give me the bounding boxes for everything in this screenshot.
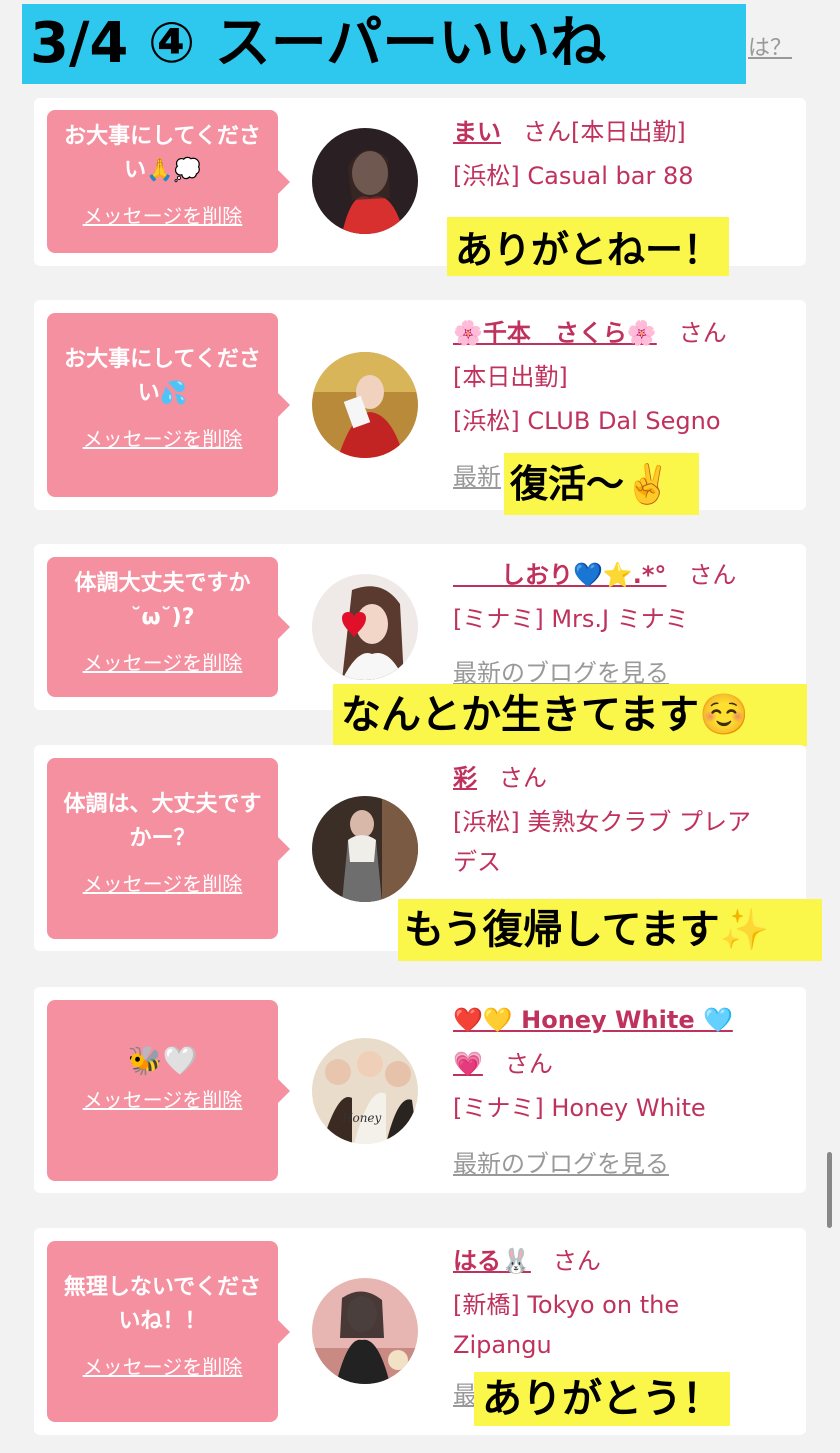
avatar[interactable]: Honey <box>312 1038 418 1144</box>
message-bubble: 体調は、大丈夫ですかー？ メッセージを削除 <box>47 758 290 939</box>
avatar-photo <box>312 352 418 458</box>
message-text: 無理しないでくださいね！！ <box>63 1275 262 1334</box>
message-text: 体調大丈夫ですか˘ω˘)? <box>74 571 251 630</box>
profile-info: 彩さん [浜松] 美熟女クラブ プレア デス <box>453 756 803 884</box>
honorific: さん <box>678 319 727 347</box>
avatar-photo <box>312 128 418 234</box>
delete-message-link[interactable]: メッセージを削除 <box>83 647 243 676</box>
message-bubble: 🐝🤍 メッセージを削除 <box>47 1000 290 1181</box>
shop-info: [浜松] 美熟女クラブ プレア <box>453 808 751 836</box>
cast-name-link-continued[interactable]: 💗 <box>453 1050 483 1078</box>
honorific: さん <box>504 1050 553 1078</box>
profile-info: ❤️💛 Honey White 🩵 💗 さん [ミナミ] Honey White … <box>453 998 803 1186</box>
message-text: 体調は、大丈夫ですかー？ <box>63 792 262 851</box>
delete-message-link[interactable]: メッセージを削除 <box>83 423 243 452</box>
avatar-photo <box>312 1278 418 1384</box>
like-card: お大事にしてください🙏💭 メッセージを削除 まい さん[本日出勤] [浜松] Ca… <box>34 98 806 276</box>
like-card: 無理しないでくださいね！！ メッセージを削除 はる🐰 さん [新橋] Tokyo … <box>34 1228 806 1435</box>
avatar[interactable] <box>312 574 418 680</box>
overlay-note: なんとか生きてます☺️ <box>333 684 807 746</box>
delete-message-link[interactable]: メッセージを削除 <box>83 868 243 897</box>
shop-info: [ミナミ] Mrs.J ミナミ <box>453 605 689 633</box>
message-bubble: お大事にしてください🙏💭 メッセージを削除 <box>47 110 290 253</box>
message-text: 🐝🤍 <box>127 1044 198 1077</box>
like-card: 🐝🤍 メッセージを削除 Honey ❤️💛 Honey White 🩵 💗 さん … <box>34 987 806 1193</box>
cast-name-link[interactable]: 🌸千本 さくら🌸 <box>453 319 657 347</box>
cast-name-link[interactable]: はる🐰 <box>453 1247 531 1275</box>
status-text: [本日出勤] <box>453 363 568 391</box>
avatar[interactable] <box>312 352 418 458</box>
overlay-note: ありがとねー！ <box>447 217 730 276</box>
partial-link[interactable]: は？ <box>748 30 792 62</box>
avatar[interactable] <box>312 796 418 902</box>
honorific: さん <box>499 764 547 792</box>
delete-message-link[interactable]: メッセージを削除 <box>83 1084 243 1113</box>
profile-info: まい さん[本日出勤] [浜松] Casual bar 88 <box>453 110 803 198</box>
delete-message-link[interactable]: メッセージを削除 <box>83 200 243 229</box>
honorific: さん <box>688 561 737 589</box>
avatar-watermark: Honey <box>341 1111 382 1125</box>
shop-info: [浜松] Casual bar 88 <box>453 162 694 190</box>
cast-name-link[interactable]: ❤️💛 Honey White 🩵 <box>453 1006 733 1034</box>
shop-info: [新橋] Tokyo on the <box>453 1291 680 1319</box>
message-text: お大事にしてください💦 <box>64 347 261 406</box>
delete-message-link[interactable]: メッセージを削除 <box>83 1351 243 1380</box>
message-text: お大事にしてください🙏💭 <box>64 124 261 183</box>
honorific: さん <box>552 1247 601 1275</box>
avatar-photo <box>312 796 418 902</box>
avatar[interactable] <box>312 1278 418 1384</box>
scrollbar[interactable] <box>827 1152 832 1228</box>
shop-info: [浜松] CLUB Dal Segno <box>453 407 721 435</box>
status-text: [本日出勤] <box>571 118 686 146</box>
like-card: お大事にしてください💦 メッセージを削除 🌸千本 さくら🌸 さん [本日出勤] [… <box>34 300 806 515</box>
honorific: さん <box>523 118 571 146</box>
overlay-note: もう復帰してます✨ <box>398 899 822 961</box>
avatar-photo <box>312 574 418 680</box>
shop-info-continued: Zipangu <box>453 1331 552 1359</box>
shop-info: [ミナミ] Honey White <box>453 1094 706 1122</box>
message-bubble: 体調大丈夫ですか˘ω˘)? メッセージを削除 <box>47 557 290 697</box>
avatar[interactable] <box>312 128 418 234</box>
cast-name-link[interactable]: しおり💙⭐.*° <box>453 561 666 589</box>
page-title-banner: 3/4 ④ スーパーいいね <box>22 4 746 84</box>
latest-blog-link[interactable]: 最新のブログを見る <box>453 1142 803 1186</box>
message-bubble: お大事にしてください💦 メッセージを削除 <box>47 313 290 497</box>
avatar-photo: Honey <box>312 1038 418 1144</box>
cast-name-link[interactable]: 彩 <box>453 764 477 792</box>
overlay-note: ありがとう！ <box>474 1372 730 1426</box>
overlay-note: 復活〜✌️ <box>504 453 700 515</box>
message-bubble: 無理しないでくださいね！！ メッセージを削除 <box>47 1241 290 1422</box>
cast-name-link[interactable]: まい <box>453 118 501 146</box>
shop-info-continued: デス <box>453 848 501 876</box>
profile-info: しおり💙⭐.*° さん [ミナミ] Mrs.J ミナミ 最新のブログを見る <box>453 553 803 695</box>
